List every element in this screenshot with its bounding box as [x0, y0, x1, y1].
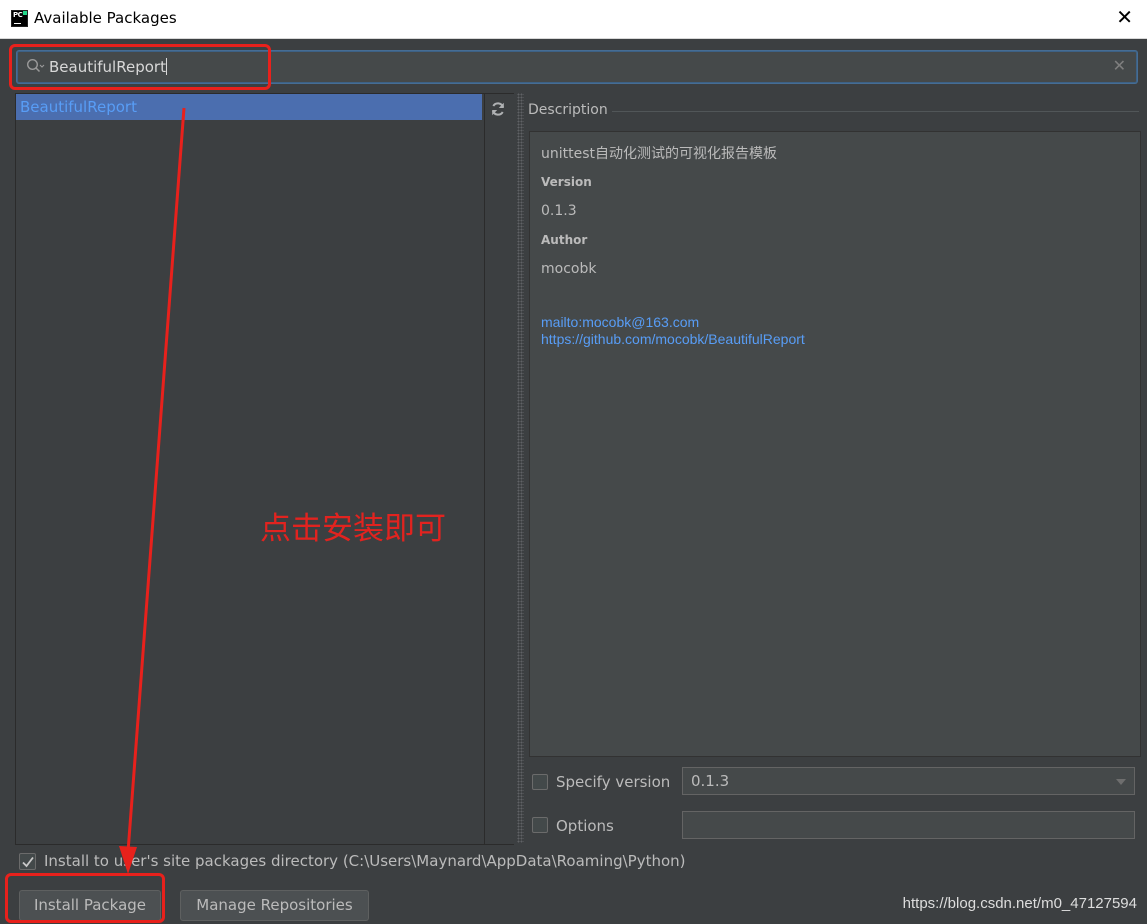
annotation-arrow — [119, 107, 186, 874]
